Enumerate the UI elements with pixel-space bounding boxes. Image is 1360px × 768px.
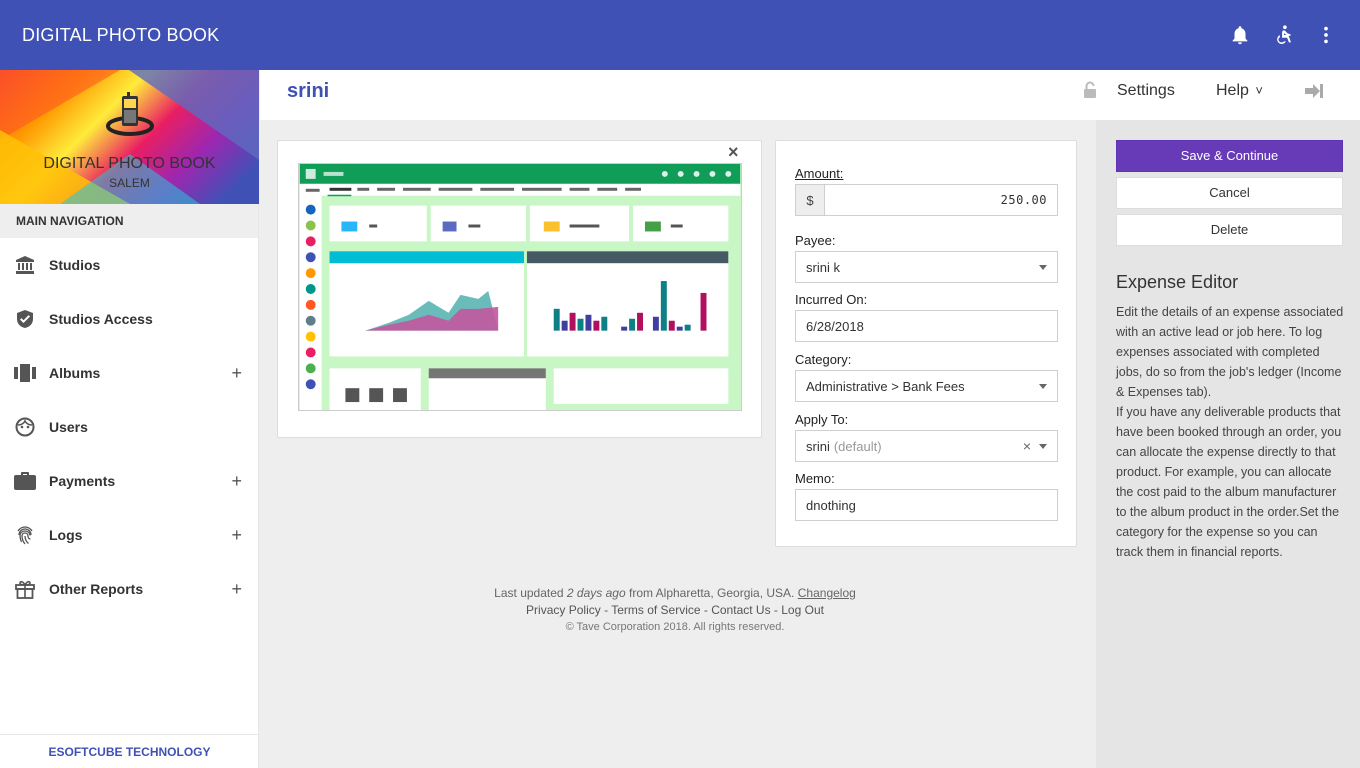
apply-to-label: Apply To: [795,412,849,427]
settings-link[interactable]: Settings [1117,82,1175,100]
memo-input[interactable]: dnothing [795,489,1058,521]
sidebar-item-studios-access[interactable]: Studios Access [0,292,258,346]
clear-icon[interactable]: × [1023,438,1031,454]
help-text: Edit the details of an expense associate… [1116,302,1348,562]
bank-icon [14,254,36,276]
footer-updated-suffix: from Alpharetta, Georgia, USA. [628,586,795,600]
incurred-label: Incurred On: [795,292,868,307]
chevron-down-icon: ˅ [1255,83,1263,98]
sidebar-item-studios[interactable]: Studios [0,238,258,292]
sidebar-item-label: Logs [49,527,83,543]
sidebar: DIGITAL PHOTO BOOK SALEM MAIN NAVIGATION… [0,70,259,768]
accessibility-icon[interactable] [1273,24,1295,46]
bell-icon[interactable] [1229,24,1251,46]
briefcase-icon [14,470,36,492]
caret-down-icon [1039,384,1047,389]
apply-to-select[interactable]: srini (default) × [795,430,1058,462]
payee-select[interactable]: srini k [795,251,1058,283]
footer-updated: Last updated 2 days ago from Alpharetta,… [430,586,920,600]
expand-plus-icon[interactable]: + [231,363,242,383]
sidebar-item-label: Albums [49,365,101,381]
expand-plus-icon[interactable]: + [231,579,242,599]
sidebar-brand-banner: DIGITAL PHOTO BOOK SALEM [0,70,259,204]
sidebar-item-albums[interactable]: Albums + [0,346,258,400]
category-label: Category: [795,352,852,367]
sidebar-item-label: Users [49,419,88,435]
footer-updated-time: 2 days ago [566,586,626,600]
sidebar-item-label: Payments [49,473,116,489]
right-panel: Save & Continue Cancel Delete Expense Ed… [1096,120,1360,768]
sidebar-item-other-reports[interactable]: Other Reports + [0,562,258,616]
category-value: Administrative > Bank Fees [806,378,965,394]
cancel-button[interactable]: Cancel [1116,177,1343,209]
terms-link[interactable]: Terms of Service [611,603,700,617]
help-title: Expense Editor [1116,272,1239,292]
top-app-bar: DIGITAL PHOTO BOOK [0,0,1360,70]
sidebar-item-users[interactable]: Users [0,400,258,454]
sidebar-footer: ESOFTCUBE TECHNOLOGY [0,734,259,768]
delete-button[interactable]: Delete [1116,214,1343,246]
expand-plus-icon[interactable]: + [231,471,242,491]
save-continue-button[interactable]: Save & Continue [1116,140,1343,172]
payee-label: Payee: [795,233,836,248]
nav-heading: MAIN NAVIGATION [0,204,258,238]
footer-sep: - [700,603,712,617]
footer-updated-prefix: Last updated [494,586,564,600]
incurred-date-input[interactable]: 6/28/2018 [795,310,1058,342]
caret-down-icon [1039,265,1047,270]
amount-input[interactable]: 250.00 [824,184,1058,216]
currency-addon: $ [795,184,825,216]
sidebar-item-label: Other Reports [49,581,144,597]
help-label: Help [1216,82,1249,99]
help-menu[interactable]: Help ˅ [1216,82,1263,100]
expense-form-card: Amount: $ 250.00 Payee: srini k Incurred… [775,140,1077,547]
brand-title: DIGITAL PHOTO BOOK [43,155,216,172]
logout-link[interactable]: Log Out [781,603,824,617]
gift-icon [14,578,36,600]
apply-to-hint: (default) [833,438,882,454]
page-title: srini [287,80,330,102]
expand-plus-icon[interactable]: + [231,525,242,545]
content-header: srini Settings Help ˅ [260,70,1360,120]
help-paragraph: Edit the details of an expense associate… [1116,305,1344,399]
close-icon[interactable]: × [728,142,739,163]
shield-icon [14,308,36,330]
sidebar-item-payments[interactable]: Payments + [0,454,258,508]
receipt-image[interactable] [298,163,742,411]
brand-subtitle: SALEM [109,176,150,190]
caret-down-icon [1039,444,1047,449]
fingerprint-icon [14,524,36,546]
amount-label: Amount: [795,166,844,181]
app-title: DIGITAL PHOTO BOOK [22,25,220,45]
face-icon [14,416,36,438]
footer-sep: - [600,603,612,617]
phone-logo-icon [106,92,154,136]
unlock-icon[interactable] [1083,81,1097,99]
more-vert-icon[interactable] [1315,24,1337,46]
logout-icon[interactable] [1305,83,1323,99]
contact-link[interactable]: Contact Us [711,603,770,617]
album-icon [14,362,36,384]
changelog-link[interactable]: Changelog [798,586,856,600]
sidebar-item-logs[interactable]: Logs + [0,508,258,562]
payee-value: srini k [806,259,840,275]
memo-label: Memo: [795,471,835,486]
privacy-link[interactable]: Privacy Policy [526,603,601,617]
footer-sep: - [770,603,782,617]
help-paragraph: If you have any deliverable products tha… [1116,405,1342,559]
apply-to-value: srini [806,438,830,454]
sidebar-item-label: Studios [49,257,101,273]
receipt-preview-card: × [277,140,762,438]
footer-links: Privacy Policy - Terms of Service - Cont… [430,603,920,617]
footer-copyright: © Tave Corporation 2018. All rights rese… [565,621,785,633]
category-select[interactable]: Administrative > Bank Fees [795,370,1058,402]
sidebar-item-label: Studios Access [49,311,153,327]
